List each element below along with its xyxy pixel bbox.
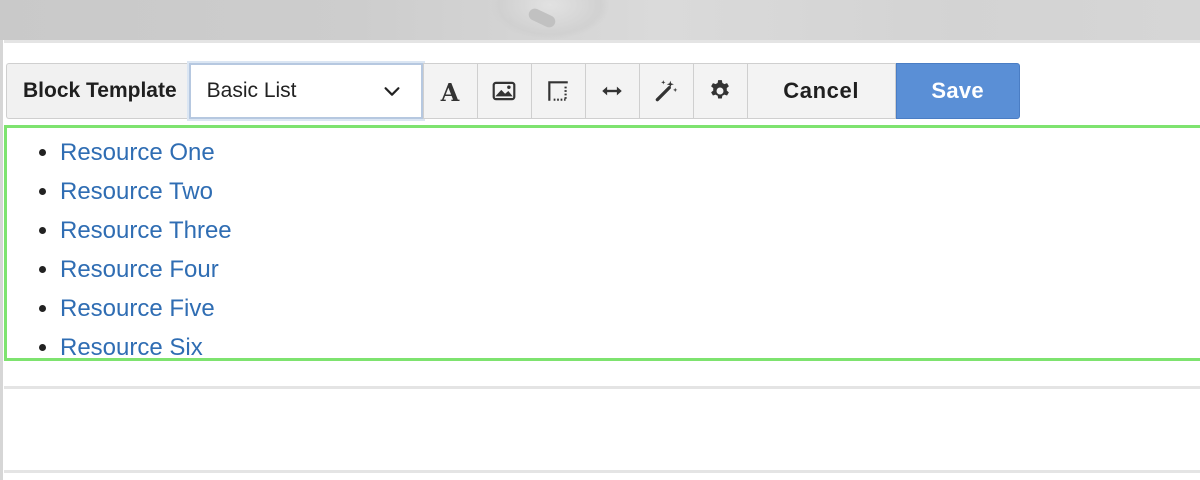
border-button[interactable] (531, 63, 586, 119)
divider (4, 470, 1200, 473)
settings-button[interactable] (693, 63, 748, 119)
cancel-button[interactable]: Cancel (747, 63, 896, 119)
list-item: Resource Two (60, 172, 1200, 211)
divider (4, 40, 1200, 43)
width-button[interactable] (585, 63, 640, 119)
template-select-value: Basic List (206, 79, 297, 102)
resource-link[interactable]: Resource Four (60, 256, 219, 283)
block-editor-toolbar: Block Template Basic List A Cancel Save (6, 63, 1020, 119)
list-item: Resource Four (60, 250, 1200, 289)
hero-image-strip (0, 0, 1200, 40)
template-select[interactable]: Basic List (188, 63, 423, 119)
resource-link[interactable]: Resource Three (60, 217, 232, 244)
resource-link[interactable]: Resource Two (60, 178, 213, 205)
list-item: Resource Five (60, 289, 1200, 328)
resource-link[interactable]: Resource Five (60, 295, 215, 322)
image-button[interactable] (477, 63, 532, 119)
image-icon (492, 81, 516, 101)
toolbar-label: Block Template (6, 63, 189, 119)
border-icon (548, 81, 568, 101)
resource-link[interactable]: Resource Six (60, 334, 203, 361)
magic-wand-icon (655, 80, 678, 102)
selected-block[interactable]: Resource One Resource Two Resource Three… (4, 125, 1200, 361)
hero-image-decoration (490, 0, 610, 40)
text-format-button[interactable]: A (422, 63, 478, 119)
chevron-down-icon (384, 87, 400, 96)
gear-icon (711, 80, 730, 99)
text-format-icon: A (440, 79, 460, 104)
divider (4, 386, 1200, 389)
resource-link[interactable]: Resource One (60, 139, 215, 166)
list-item: Resource Three (60, 211, 1200, 250)
left-border (0, 40, 3, 480)
svg-text:A: A (440, 79, 460, 104)
list-item: Resource One (60, 133, 1200, 172)
width-arrows-icon (602, 86, 622, 96)
save-button[interactable]: Save (895, 63, 1020, 119)
list-item: Resource Six (60, 328, 1200, 367)
resource-list: Resource One Resource Two Resource Three… (7, 128, 1200, 367)
magic-button[interactable] (639, 63, 694, 119)
